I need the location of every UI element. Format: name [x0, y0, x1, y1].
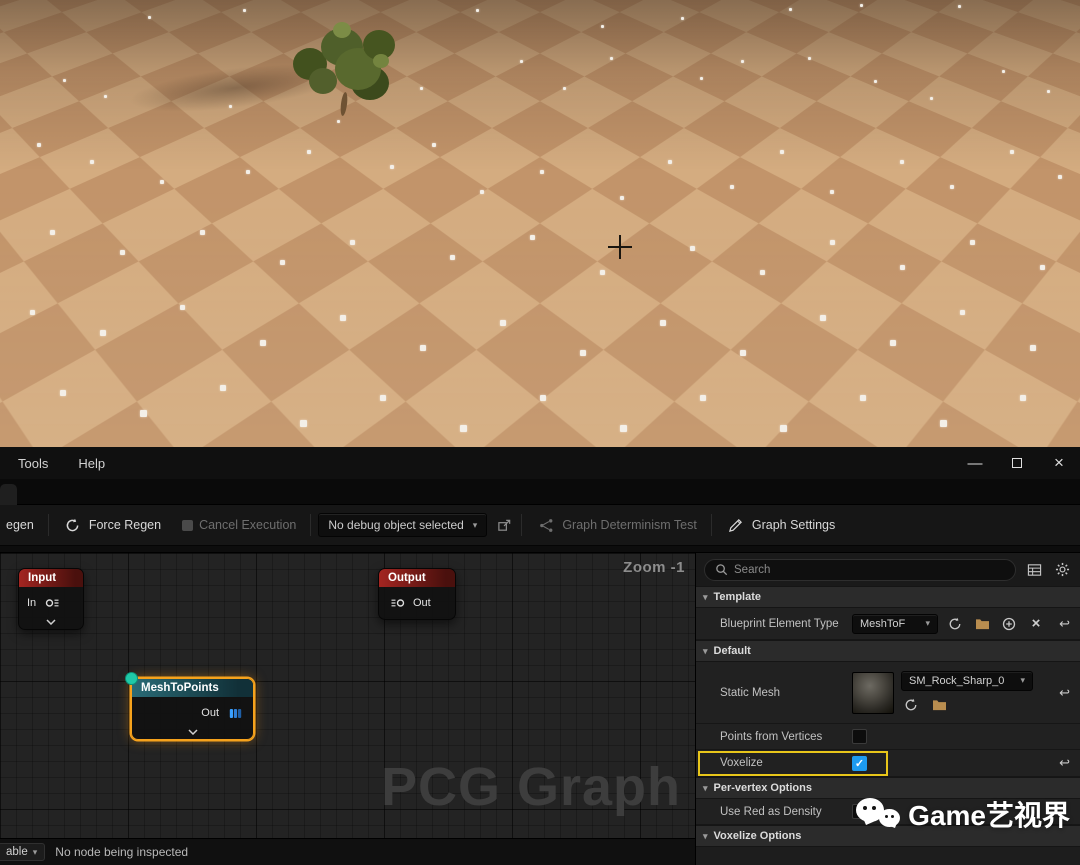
graph-column: Zoom -1 PCG Graph Input In Output Out Me…: [0, 553, 695, 865]
chevron-down-icon: ▾: [32, 846, 38, 857]
tab-strip: [0, 479, 1080, 505]
cancel-execution-button[interactable]: Cancel Execution: [175, 513, 303, 537]
regen-partial-button[interactable]: egen: [4, 513, 41, 537]
browse-to-asset-icon[interactable]: [929, 695, 949, 715]
node-inspect-dot[interactable]: [125, 672, 138, 685]
maximize-button[interactable]: [996, 447, 1038, 479]
wechat-logo-icon: [856, 795, 902, 835]
toolbar-separator: [47, 514, 49, 536]
zoom-level-label: Zoom -1: [623, 559, 685, 576]
pin-out-label: Out: [413, 597, 431, 609]
status-bar: able ▾ No node being inspected: [0, 838, 695, 865]
pcg-graph-watermark: PCG Graph: [380, 757, 681, 817]
points-pin-icon[interactable]: [225, 703, 245, 723]
output-pin-icon[interactable]: [42, 593, 62, 613]
node-output[interactable]: Output Out: [378, 568, 456, 620]
level-viewport[interactable]: [0, 0, 1080, 447]
use-selected-asset-icon[interactable]: [945, 614, 965, 634]
row-blueprint-element-type: Blueprint Element Type MeshToF ▾ × ↩: [696, 608, 1080, 640]
chevron-down-icon: ▾: [472, 519, 478, 530]
blueprint-element-type-dropdown[interactable]: MeshToF ▾: [852, 613, 938, 634]
reset-to-default-icon[interactable]: ↩: [1057, 755, 1072, 771]
window-controls: — ×: [954, 447, 1080, 479]
section-triangle-icon: ▾: [703, 782, 708, 793]
viewport-crosshair: [608, 235, 632, 259]
browse-to-asset-icon[interactable]: [972, 614, 992, 634]
brand-label: Game艺视界: [908, 800, 1070, 831]
view-options-icon[interactable]: [1024, 560, 1044, 580]
section-default[interactable]: ▾ Default: [696, 640, 1080, 662]
minimize-button[interactable]: —: [954, 447, 996, 479]
settings-gear-icon[interactable]: [1052, 560, 1072, 580]
toolbar-gap: [0, 546, 1080, 553]
property-label: Points from Vertices: [720, 730, 823, 743]
menu-tools[interactable]: Tools: [18, 456, 48, 471]
partial-tab[interactable]: [0, 484, 17, 505]
property-label: Blueprint Element Type: [720, 617, 839, 630]
row-static-mesh: Static Mesh SM_Rock_Sharp_0 ▾ ↩: [696, 662, 1080, 724]
static-mesh-thumbnail[interactable]: [852, 671, 894, 714]
close-button[interactable]: ×: [1038, 447, 1080, 479]
graph-canvas[interactable]: Zoom -1 PCG Graph Input In Output Out Me…: [0, 553, 695, 838]
graph-determinism-test-button[interactable]: Graph Determinism Test: [529, 510, 704, 540]
force-regen-button[interactable]: Force Regen: [56, 510, 168, 540]
debug-target-icon[interactable]: [494, 515, 514, 535]
cancel-execution-icon: [182, 519, 194, 531]
details-search-row: [696, 553, 1080, 586]
section-template[interactable]: ▾ Template: [696, 586, 1080, 608]
node-collapse-chevron-icon[interactable]: [19, 619, 83, 629]
pin-in-label: In: [27, 597, 37, 609]
property-label: Voxelize: [720, 757, 763, 769]
search-box[interactable]: [704, 558, 1016, 581]
node-input-title: Input: [19, 569, 83, 587]
determinism-test-icon: [536, 515, 556, 535]
node-mesh-to-points[interactable]: MeshToPoints Out: [125, 672, 254, 740]
status-message: No node being inspected: [55, 845, 189, 859]
screen: Tools Help — × egen Force Regen Cancel E…: [0, 0, 1080, 865]
property-label: Use Red as Density: [720, 805, 822, 818]
row-points-from-vertices: Points from Vertices: [696, 724, 1080, 750]
chevron-down-icon: ▾: [1020, 675, 1025, 685]
maximize-icon: [1012, 458, 1022, 468]
graph-toolbar: egen Force Regen Cancel Execution No deb…: [0, 505, 1080, 546]
reset-to-default-icon[interactable]: ↩: [1057, 685, 1072, 701]
graph-settings-pencil-icon: [726, 515, 746, 535]
details-panel-filler: [696, 847, 1080, 865]
input-pin-icon[interactable]: [387, 593, 407, 613]
bush-foliage: [293, 20, 408, 120]
search-icon: [714, 563, 728, 577]
property-label: Static Mesh: [720, 686, 781, 699]
section-triangle-icon: ▾: [703, 830, 708, 841]
search-input[interactable]: [734, 563, 1006, 576]
node-mesh-to-points-title: MeshToPoints: [132, 679, 253, 697]
row-voxelize: Voxelize ✓ ↩: [696, 750, 1080, 777]
clear-icon[interactable]: ×: [1026, 614, 1046, 634]
brand-watermark: Game艺视界: [856, 794, 1070, 835]
toolbar-separator: [521, 514, 523, 536]
menu-help[interactable]: Help: [78, 456, 105, 471]
section-triangle-icon: ▾: [703, 645, 708, 656]
status-dropdown-partial[interactable]: able ▾: [0, 843, 46, 861]
voxelize-checkbox[interactable]: ✓: [852, 755, 867, 771]
debug-object-dropdown[interactable]: No debug object selected ▾: [318, 513, 488, 537]
reset-to-default-icon[interactable]: ↩: [1057, 616, 1072, 632]
menubar: Tools Help — ×: [0, 447, 1080, 479]
add-element-icon[interactable]: [999, 614, 1019, 634]
node-input[interactable]: Input In: [18, 568, 84, 630]
graph-settings-button[interactable]: Graph Settings: [719, 510, 842, 540]
chevron-down-icon: ▾: [925, 618, 930, 628]
toolbar-separator: [310, 514, 312, 536]
use-selected-asset-icon[interactable]: [901, 695, 921, 715]
viewport-fog-overlay: [0, 0, 1080, 447]
static-mesh-dropdown[interactable]: SM_Rock_Sharp_0 ▾: [901, 670, 1033, 691]
check-icon: ✓: [854, 757, 865, 770]
toolbar-separator: [710, 514, 712, 536]
pin-out-label: Out: [201, 707, 219, 719]
node-collapse-chevron-icon[interactable]: [132, 729, 253, 739]
points-from-vertices-checkbox[interactable]: [852, 729, 867, 744]
section-triangle-icon: ▾: [703, 591, 708, 602]
force-regen-icon: [63, 515, 83, 535]
node-output-title: Output: [379, 569, 455, 587]
